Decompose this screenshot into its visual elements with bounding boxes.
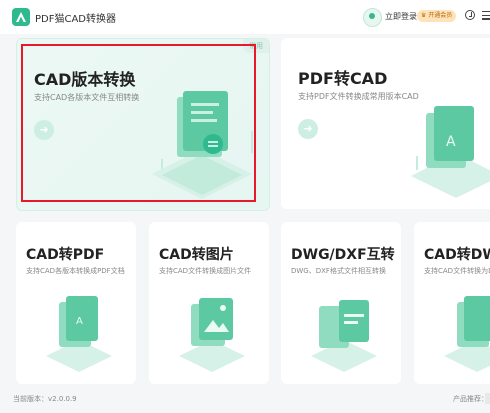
card-pdf-to-cad[interactable]: PDF转CAD 支持PDF文件转换成常用版本CAD ➜ A: [281, 38, 490, 209]
card-desc: 支持CAD各版本转换成PDF文档: [26, 267, 125, 275]
card-title: CAD转DWF: [424, 247, 490, 263]
pdf-file-illustration-icon: A: [46, 296, 112, 372]
card-desc: 支持PDF文件转换成常用版本CAD: [298, 92, 419, 101]
vip-button[interactable]: 开通会员: [417, 10, 457, 22]
card-desc: 支持CAD文件转换为DWF: [424, 267, 490, 275]
scrollbar[interactable]: [485, 393, 490, 404]
history-icon[interactable]: [465, 10, 475, 20]
svg-text:A: A: [76, 316, 83, 327]
card-cad-to-image[interactable]: CAD转图片 支持CAD文件转换成图片文件: [149, 222, 269, 384]
avatar[interactable]: [363, 8, 382, 27]
arrow-right-icon[interactable]: ➜: [298, 119, 318, 139]
svg-text:A: A: [446, 134, 456, 150]
card-title: CAD转图片: [159, 247, 234, 263]
image-file-illustration-icon: [179, 298, 245, 372]
app-title: PDF猫CAD转换器: [35, 14, 117, 25]
card-cad-to-pdf[interactable]: CAD转PDF 支持CAD各版本转换成PDF文档 A: [16, 222, 136, 384]
cad-file-illustration-icon: A: [411, 106, 490, 198]
card-title: DWG/DXF互转: [291, 247, 395, 263]
dwg-dxf-illustration-icon: [311, 300, 377, 372]
title-bar: PDF猫CAD转换器 立即登录 开通会员: [0, 0, 490, 34]
card-cad-to-dwf[interactable]: CAD转DWF 支持CAD文件转换为DWF: [414, 222, 490, 384]
login-link[interactable]: 立即登录: [385, 11, 417, 22]
version-label: 当前版本：v2.0.0.9: [13, 395, 77, 403]
app-logo: [12, 8, 30, 26]
card-desc: DWG、DXF格式文件相互转换: [291, 267, 386, 275]
card-title: PDF转CAD: [298, 69, 388, 88]
card-desc: 支持CAD文件转换成图片文件: [159, 267, 252, 275]
card-dwg-dxf[interactable]: DWG/DXF互转 DWG、DXF格式文件相互转换: [281, 222, 401, 384]
product-recommend-link[interactable]: 产品推荐：: [453, 394, 488, 404]
card-title: CAD转PDF: [26, 247, 105, 263]
menu-icon[interactable]: [482, 11, 490, 22]
dwf-file-illustration-icon: [444, 296, 490, 372]
selection-highlight: [21, 44, 256, 202]
